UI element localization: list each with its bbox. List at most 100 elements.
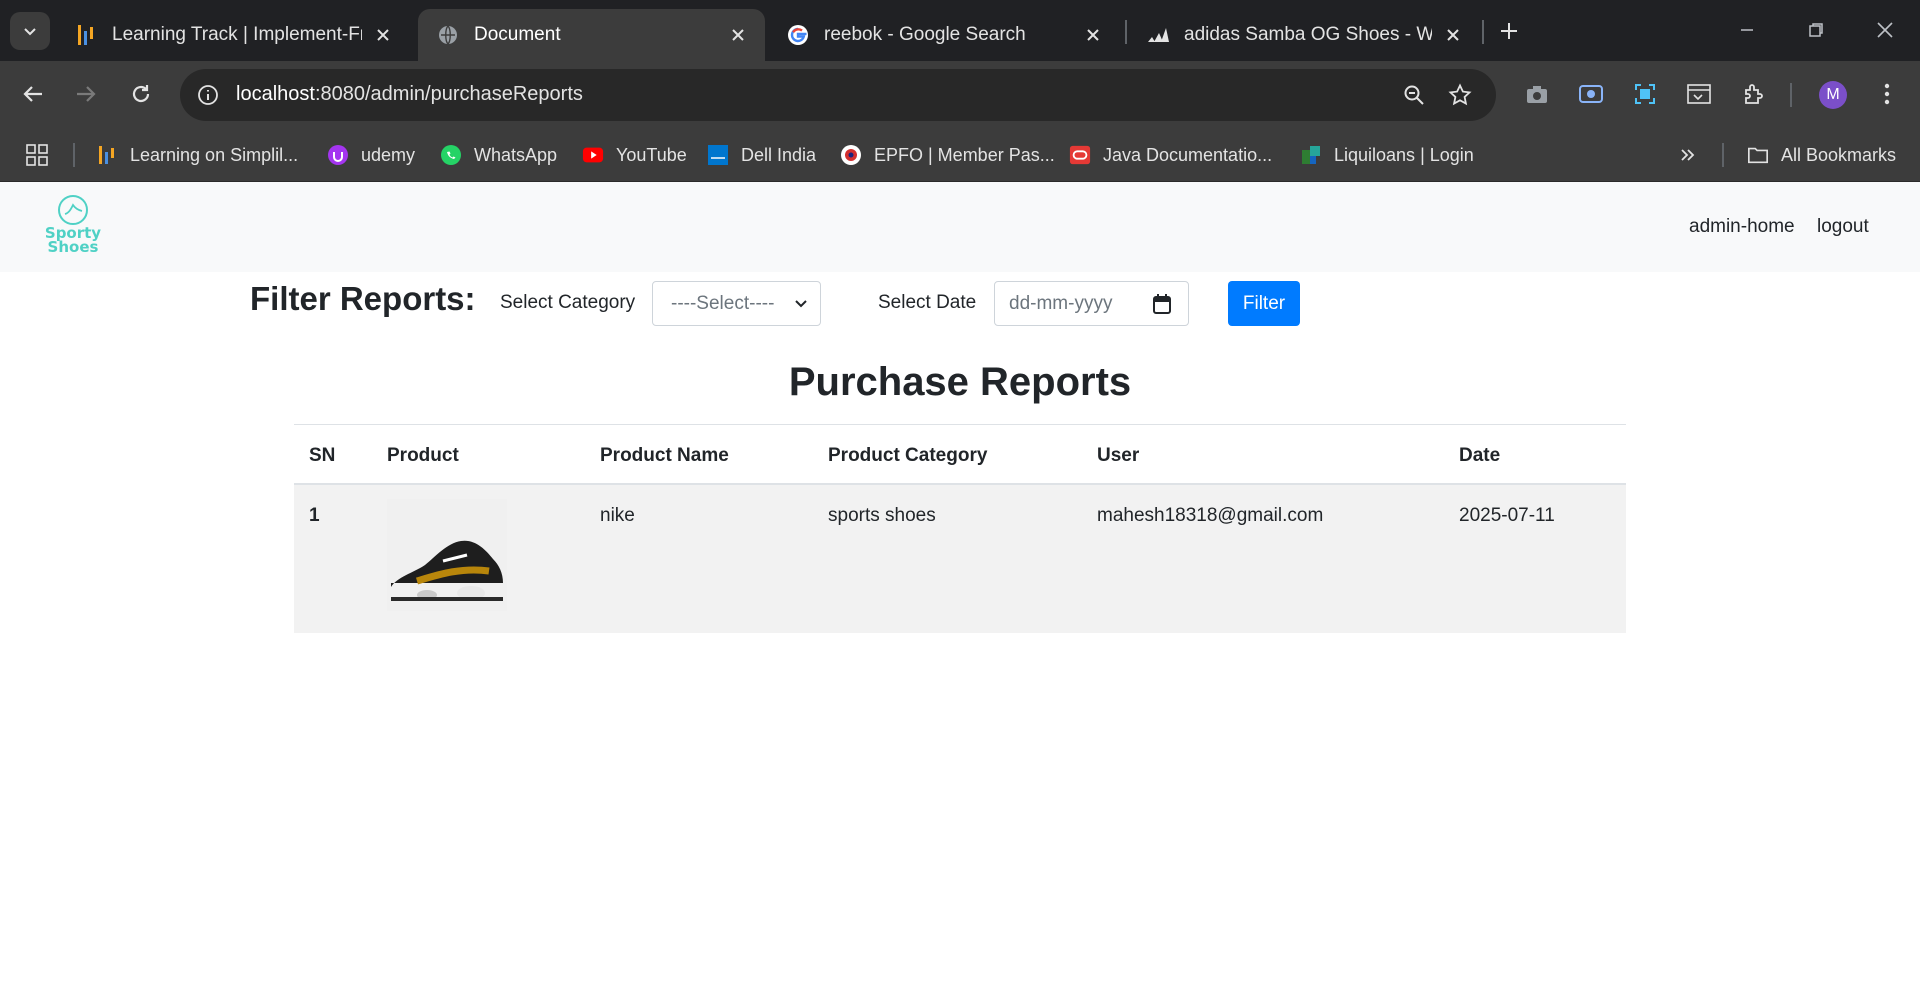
column-header-user: User xyxy=(1097,445,1140,466)
url-text[interactable]: localhost:8080/admin/purchaseReports xyxy=(236,83,583,106)
bookmark-dell[interactable]: Dell India xyxy=(707,140,816,170)
nav-link-logout[interactable]: logout xyxy=(1817,216,1869,238)
minimize-icon xyxy=(1741,29,1753,31)
close-icon[interactable] xyxy=(727,24,749,46)
back-button[interactable] xyxy=(11,72,55,116)
close-icon[interactable] xyxy=(1442,24,1464,46)
apps-button[interactable] xyxy=(26,140,60,170)
minimize-button[interactable] xyxy=(1722,10,1772,50)
filter-button[interactable]: Filter xyxy=(1228,281,1300,326)
screenshot-extension-icon[interactable] xyxy=(1625,74,1665,114)
bookmark-label: Liquiloans | Login xyxy=(1334,144,1474,165)
cell-product-name: nike xyxy=(600,505,635,526)
bookmark-whatsapp[interactable]: WhatsApp xyxy=(440,140,557,170)
browser-toolbar: localhost:8080/admin/purchaseReports M xyxy=(0,61,1920,128)
chevron-down-icon xyxy=(24,28,36,36)
apps-grid-icon xyxy=(26,144,48,166)
tab-strip: Learning Track | Implement-Fra Document … xyxy=(0,0,1920,61)
category-select[interactable]: ----Select---- xyxy=(652,281,821,326)
tab-divider xyxy=(1482,20,1484,44)
shoe-logo-icon xyxy=(58,195,88,225)
bookmark-divider xyxy=(73,143,75,167)
globe-icon xyxy=(436,23,460,47)
bookmark-divider xyxy=(1722,143,1724,167)
simplilearn-icon xyxy=(96,144,118,166)
close-icon xyxy=(1877,22,1893,38)
whatsapp-icon xyxy=(440,144,462,166)
profile-avatar[interactable]: M xyxy=(1819,81,1847,109)
bookmark-label: YouTube xyxy=(616,144,687,165)
column-header-product: Product xyxy=(387,445,459,466)
extensions-puzzle-icon[interactable] xyxy=(1734,74,1774,114)
close-icon[interactable] xyxy=(1082,24,1104,46)
bookmark-udemy[interactable]: udemy xyxy=(327,140,415,170)
category-select-value: ----Select---- xyxy=(671,292,775,314)
capture-extension-icon[interactable] xyxy=(1679,74,1719,114)
date-input[interactable]: dd-mm-yyyy xyxy=(994,281,1189,326)
liquiloans-icon xyxy=(1300,144,1322,166)
toolbar-divider xyxy=(1790,83,1792,107)
bookmark-label: udemy xyxy=(361,144,416,165)
forward-button[interactable] xyxy=(64,72,108,116)
bookmark-liquiloans[interactable]: Liquiloans | Login xyxy=(1300,140,1474,170)
more-menu-icon[interactable] xyxy=(1867,74,1907,114)
arrow-left-icon xyxy=(23,86,42,102)
reload-button[interactable] xyxy=(119,72,163,116)
bookmark-youtube[interactable]: YouTube xyxy=(582,140,687,170)
simplilearn-icon xyxy=(74,23,98,47)
bookmark-label: WhatsApp xyxy=(474,144,558,165)
folder-icon xyxy=(1747,144,1769,166)
cell-sn: 1 xyxy=(309,505,320,526)
adidas-icon xyxy=(1146,23,1170,47)
oracle-icon xyxy=(1069,144,1091,166)
udemy-icon xyxy=(327,144,349,166)
screen-record-extension-icon[interactable] xyxy=(1571,74,1611,114)
bookmark-simplilearn[interactable]: Learning on Simplil... xyxy=(96,140,298,170)
plus-icon xyxy=(1501,23,1517,39)
select-category-label: Select Category xyxy=(500,292,636,313)
more-bookmarks-button[interactable] xyxy=(1677,140,1711,170)
column-header-date: Date xyxy=(1459,445,1501,466)
youtube-icon xyxy=(582,144,604,166)
tab-title: adidas Samba OG Shoes - Whit xyxy=(1184,24,1432,45)
bookmarks-bar: Learning on Simplil... udemy WhatsApp Yo… xyxy=(0,128,1920,182)
close-icon[interactable] xyxy=(372,24,394,46)
window-close-button[interactable] xyxy=(1860,10,1910,50)
column-header-product-name: Product Name xyxy=(600,445,729,466)
site-navbar: Sporty Shoes admin-home logout xyxy=(0,182,1920,272)
calendar-icon[interactable] xyxy=(1152,293,1172,315)
chevron-down-icon xyxy=(795,300,807,308)
zoom-icon[interactable] xyxy=(1398,79,1430,111)
site-info-icon[interactable] xyxy=(192,79,224,111)
sporty-shoes-logo[interactable]: Sporty Shoes xyxy=(36,194,110,262)
tab-learning-track[interactable]: Learning Track | Implement-Fra xyxy=(56,9,410,61)
dell-icon xyxy=(707,144,729,166)
new-tab-button[interactable] xyxy=(1492,14,1526,48)
google-icon xyxy=(786,23,810,47)
tab-adidas-samba[interactable]: adidas Samba OG Shoes - Whit xyxy=(1128,9,1480,61)
bookmark-epfo[interactable]: EPFO | Member Pas... xyxy=(840,140,1055,170)
url-host: localhost xyxy=(236,83,315,105)
double-chevron-right-icon xyxy=(1677,144,1699,166)
bookmark-star-icon[interactable] xyxy=(1444,79,1476,111)
tab-document[interactable]: Document xyxy=(418,9,765,61)
all-bookmarks-button[interactable]: All Bookmarks xyxy=(1747,140,1896,170)
purchase-reports-heading: Purchase Reports xyxy=(788,360,1132,404)
bookmark-java-docs[interactable]: Java Documentatio... xyxy=(1069,140,1272,170)
tab-search-button[interactable] xyxy=(10,12,50,50)
tab-title: reebok - Google Search xyxy=(824,24,1026,45)
logo-text-line2: Shoes xyxy=(47,238,99,256)
column-header-sn: SN xyxy=(309,445,336,466)
nav-link-admin-home[interactable]: admin-home xyxy=(1689,216,1795,238)
table-header-row: SN Product Product Name Product Category… xyxy=(294,425,1626,485)
tab-reebok-search[interactable]: reebok - Google Search xyxy=(768,9,1120,61)
bookmark-label: EPFO | Member Pas... xyxy=(874,144,1055,165)
cell-user: mahesh18318@gmail.com xyxy=(1097,505,1324,526)
camera-extension-icon[interactable] xyxy=(1517,74,1557,114)
cell-product-category: sports shoes xyxy=(828,505,936,526)
tab-title: Document xyxy=(474,24,561,45)
restore-button[interactable] xyxy=(1791,10,1841,50)
date-placeholder: dd-mm-yyyy xyxy=(1009,292,1113,314)
epfo-icon xyxy=(840,144,862,166)
address-bar[interactable]: localhost:8080/admin/purchaseReports xyxy=(180,69,1496,121)
